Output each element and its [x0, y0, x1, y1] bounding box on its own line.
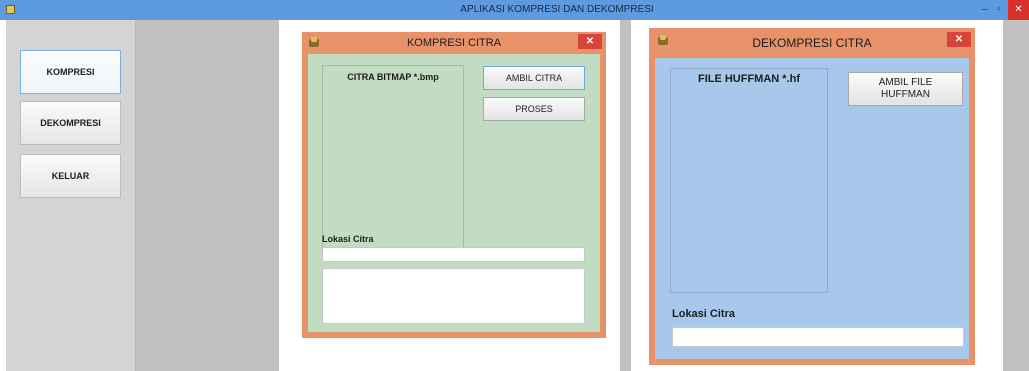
lokasi-citra-label: Lokasi Citra: [322, 234, 374, 244]
sidebar: KOMPRESI DEKOMPRESI KELUAR: [6, 20, 136, 371]
kompresi-button[interactable]: KOMPRESI: [20, 50, 121, 94]
keluar-button[interactable]: KELUAR: [20, 154, 121, 198]
app-window: APLIKASI KOMPRESI DAN DEKOMPRESI – ▫ ✕ K…: [0, 0, 1029, 371]
dekompresi-window-icon: [657, 34, 669, 46]
dekompresi-lokasi-citra-field[interactable]: [672, 327, 964, 347]
dekompresi-title-bar: DEKOMPRESI CITRA ✕: [649, 28, 975, 58]
kompresi-close-button[interactable]: ✕: [578, 34, 602, 49]
dekompresi-lokasi-citra-label: Lokasi Citra: [672, 308, 735, 320]
kompresi-title: KOMPRESI CITRA: [406, 37, 502, 49]
kompresi-title-bar: KOMPRESI CITRA ✕: [302, 32, 606, 54]
dekompresi-title: DEKOMPRESI CITRA: [752, 36, 872, 50]
kompresi-window-icon: [308, 36, 320, 48]
maximize-button[interactable]: ▫: [997, 0, 1001, 20]
dekompresi-button[interactable]: DEKOMPRESI: [20, 101, 121, 145]
citra-preview-label: CITRA BITMAP *.bmp: [347, 72, 439, 82]
huffman-preview-label: FILE HUFFMAN *.hf: [697, 73, 801, 85]
kompresi-window: KOMPRESI CITRA ✕ CITRA BITMAP *.bmp AMBI…: [302, 32, 606, 338]
citra-preview-box: CITRA BITMAP *.bmp: [322, 65, 464, 255]
main-title-bar: APLIKASI KOMPRESI DAN DEKOMPRESI – ▫ ✕: [0, 0, 1029, 20]
minimize-button[interactable]: –: [982, 0, 988, 20]
proses-button[interactable]: PROSES: [483, 97, 585, 121]
lokasi-citra-field[interactable]: [322, 247, 585, 262]
ambil-citra-button[interactable]: AMBIL CITRA: [483, 66, 585, 90]
huffman-preview-box: FILE HUFFMAN *.hf: [670, 68, 828, 293]
output-text-area[interactable]: [322, 268, 585, 324]
close-button[interactable]: ✕: [1008, 0, 1029, 20]
dekompresi-window: DEKOMPRESI CITRA ✕ FILE HUFFMAN *.hf AMB…: [649, 28, 975, 365]
main-window-title: APLIKASI KOMPRESI DAN DEKOMPRESI: [460, 4, 654, 15]
ambil-file-huffman-button[interactable]: AMBIL FILE HUFFMAN: [848, 72, 963, 106]
dekompresi-close-button[interactable]: ✕: [947, 32, 971, 47]
